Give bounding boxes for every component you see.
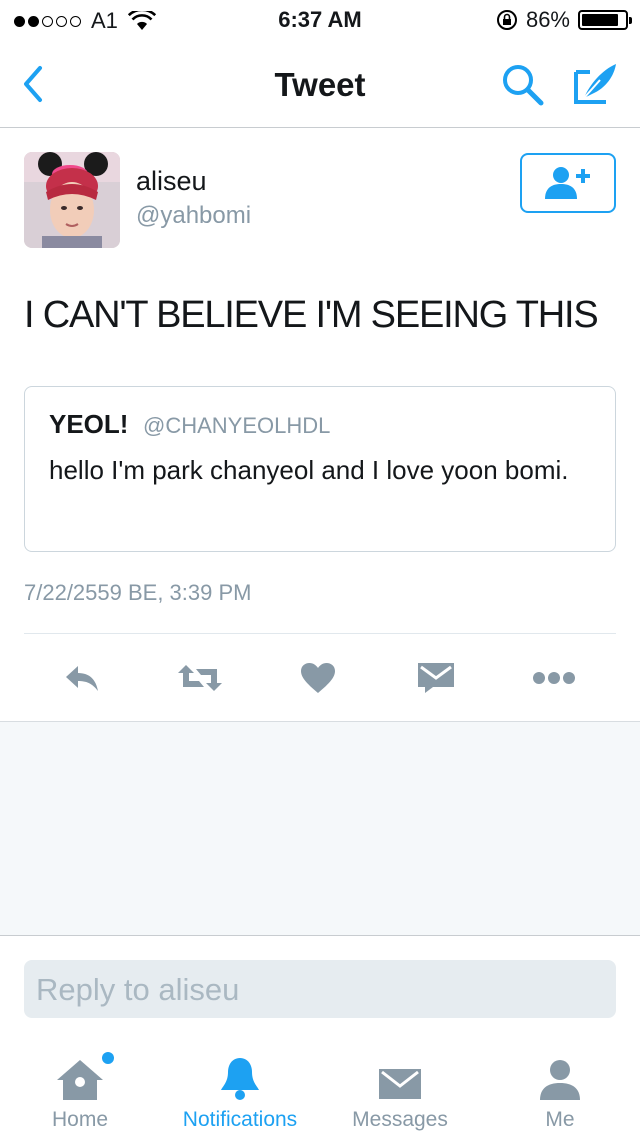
follow-button[interactable]	[520, 153, 616, 213]
notification-dot	[102, 1052, 114, 1064]
person-icon	[540, 1060, 580, 1100]
retweet-icon	[178, 665, 222, 691]
tweet-text: I CAN'T BELIEVE I'M SEEING THIS	[24, 294, 599, 336]
quoted-display-name: YEOL!	[49, 409, 129, 439]
envelope-icon	[379, 1069, 421, 1099]
add-user-icon	[545, 167, 590, 199]
direct-message-button[interactable]	[412, 656, 460, 700]
search-icon[interactable]	[498, 60, 546, 108]
quoted-handle: @CHANYEOLHDL	[143, 413, 331, 438]
tab-label: Me	[545, 1108, 575, 1131]
like-icon	[301, 663, 335, 693]
quoted-tweet[interactable]: YEOL! @CHANYEOLHDL hello I'm park chanye…	[24, 386, 616, 552]
divider	[0, 935, 640, 936]
status-right: 86%	[496, 7, 632, 33]
more-button[interactable]	[530, 656, 578, 700]
quoted-text: hello I'm park chanyeol and I love yoon …	[49, 455, 569, 485]
more-icon	[533, 672, 575, 684]
tab-bar: Home Notifications Messages Me	[0, 1040, 640, 1136]
bell-icon	[221, 1058, 259, 1100]
navigation-bar: Tweet	[0, 40, 640, 128]
home-icon	[57, 1060, 103, 1100]
like-button[interactable]	[294, 656, 342, 700]
compose-icon[interactable]	[570, 58, 620, 108]
replies-area	[0, 722, 640, 935]
battery-icon	[578, 10, 632, 30]
reply-button[interactable]	[58, 656, 106, 700]
divider	[24, 633, 616, 634]
tab-label: Messages	[352, 1108, 448, 1131]
tab-notifications[interactable]: Notifications	[160, 1054, 320, 1132]
tab-label: Notifications	[182, 1108, 298, 1131]
direct-message-icon	[418, 663, 454, 693]
status-bar: A1 6:37 AM 86%	[0, 0, 640, 40]
battery-percent: 86%	[525, 7, 570, 32]
tab-me[interactable]: Me	[480, 1054, 640, 1132]
reply-input[interactable]: Reply to aliseu	[24, 960, 616, 1018]
tab-label: Home	[51, 1108, 109, 1131]
rotation-lock-icon	[496, 10, 517, 30]
battery-level	[582, 14, 619, 26]
author-display-name[interactable]: aliseu	[136, 166, 207, 197]
reply-icon	[66, 666, 98, 691]
avatar[interactable]	[24, 152, 120, 248]
retweet-button[interactable]	[176, 656, 224, 700]
tab-messages[interactable]: Messages	[320, 1054, 480, 1132]
tab-home[interactable]: Home	[0, 1052, 160, 1132]
author-handle[interactable]: @yahbomi	[136, 202, 251, 230]
tweet-timestamp: 7/22/2559 BE, 3:39 PM	[24, 580, 252, 605]
